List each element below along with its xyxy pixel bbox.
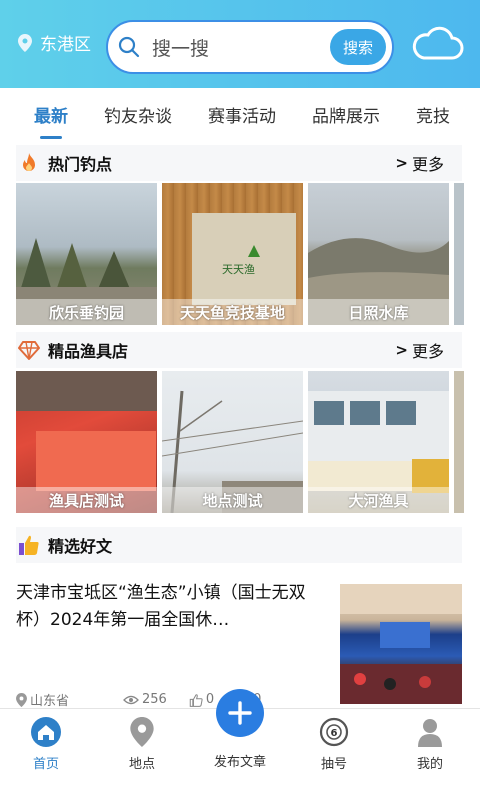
like-icon xyxy=(189,693,203,707)
hot-spots-carousel: 欣乐垂钓园 天天渔 天天鱼竞技基地 日照水库 xyxy=(16,183,480,325)
hot-spots-header: 热门钓点 > 更多 xyxy=(16,145,462,181)
views-count: 256 xyxy=(142,692,167,707)
search-input[interactable]: 搜一搜 xyxy=(152,34,330,61)
location-pin-icon xyxy=(18,33,32,52)
article-title: 天津市宝坻区“渔生态”小镇（国士无双杯）2024年第一届全国休… xyxy=(16,583,306,630)
home-icon xyxy=(31,717,61,747)
shop-card[interactable]: 渔具店测试 xyxy=(16,371,157,513)
section-title: 热门钓点 xyxy=(48,155,113,174)
article-location: 山东省 xyxy=(16,690,69,709)
nav-label: 首页 xyxy=(32,757,59,772)
nav-home[interactable]: 首页 xyxy=(6,717,86,772)
publish-button[interactable] xyxy=(216,689,264,737)
map-pin-icon xyxy=(130,717,154,747)
eye-icon xyxy=(123,695,139,704)
shop-caption: 地点测试 xyxy=(162,487,303,513)
article-thumbnail xyxy=(340,584,462,704)
spot-card[interactable]: 天天渔 天天鱼竞技基地 xyxy=(162,183,303,325)
photo-stage xyxy=(340,584,462,704)
search-bar[interactable]: 搜一搜 搜索 xyxy=(106,20,394,74)
nav-label: 我的 xyxy=(416,757,443,772)
nav-lottery[interactable]: 6 抽号 xyxy=(294,717,374,772)
nav-mine[interactable]: 我的 xyxy=(390,717,470,772)
flame-icon xyxy=(23,153,35,171)
search-button[interactable]: 搜索 xyxy=(330,29,386,65)
spot-card-peek xyxy=(454,183,464,325)
tab-competition[interactable]: 竞技 xyxy=(416,102,450,127)
user-icon xyxy=(418,719,442,747)
location-pin-icon xyxy=(16,692,27,707)
nav-spots[interactable]: 地点 xyxy=(102,717,182,772)
diamond-icon xyxy=(18,341,40,360)
shop-card[interactable]: 大河渔具 xyxy=(308,371,449,513)
spot-caption: 天天鱼竞技基地 xyxy=(162,299,303,325)
tab-events[interactable]: 赛事活动 xyxy=(208,102,276,127)
location-selector[interactable]: 东港区 xyxy=(18,30,91,55)
shop-caption: 渔具店测试 xyxy=(16,487,157,513)
tackle-shops-more-link[interactable]: > 更多 xyxy=(395,338,444,362)
spot-card[interactable]: 日照水库 xyxy=(308,183,449,325)
search-icon xyxy=(118,36,140,58)
publish-label[interactable]: 发布文章 xyxy=(200,751,280,770)
likes-count: 0 xyxy=(205,692,215,707)
featured-header: 精选好文 xyxy=(16,527,462,563)
shop-card[interactable]: 地点测试 xyxy=(162,371,303,513)
location-label: 东港区 xyxy=(40,35,91,55)
section-title: 精品渔具店 xyxy=(48,342,129,361)
spot-card[interactable]: 欣乐垂钓园 xyxy=(16,183,157,325)
shop-card-peek xyxy=(454,371,464,513)
chevron-right-icon: > xyxy=(395,341,408,359)
tab-latest[interactable]: 最新 xyxy=(34,102,68,127)
nav-label: 地点 xyxy=(128,757,155,772)
lottery-ball-icon: 6 xyxy=(319,717,349,747)
plus-icon xyxy=(228,701,252,725)
more-label: 更多 xyxy=(411,155,444,174)
bottom-navigation: 首页 地点 发布文章 6 抽号 我的 xyxy=(0,689,480,800)
location-text: 山东省 xyxy=(30,694,70,709)
spot-caption: 日照水库 xyxy=(308,299,449,325)
thumbs-up-icon xyxy=(19,535,39,555)
tackle-shops-header: 精品渔具店 > 更多 xyxy=(16,332,462,368)
spot-caption: 欣乐垂钓园 xyxy=(16,299,157,325)
chevron-right-icon: > xyxy=(395,154,408,172)
article-likes[interactable]: 0 xyxy=(189,692,214,707)
section-title: 精选好文 xyxy=(48,537,113,556)
shop-caption: 大河渔具 xyxy=(308,487,449,513)
more-label: 更多 xyxy=(411,342,444,361)
article-views: 256 xyxy=(123,692,167,707)
hot-spots-more-link[interactable]: > 更多 xyxy=(395,151,444,175)
tab-brands[interactable]: 品牌展示 xyxy=(312,102,380,127)
nav-label: 抽号 xyxy=(320,757,347,772)
cloud-icon[interactable] xyxy=(410,26,464,62)
tab-chat[interactable]: 钓友杂谈 xyxy=(104,102,172,127)
category-tabs: 最新 钓友杂谈 赛事活动 品牌展示 竞技 xyxy=(0,88,480,140)
top-header: 东港区 搜一搜 搜索 xyxy=(0,0,480,88)
tackle-shops-carousel: 渔具店测试 地点测试 大河渔具 xyxy=(16,371,480,513)
svg-text:天天渔: 天天渔 xyxy=(222,263,255,276)
svg-text:6: 6 xyxy=(331,728,338,739)
